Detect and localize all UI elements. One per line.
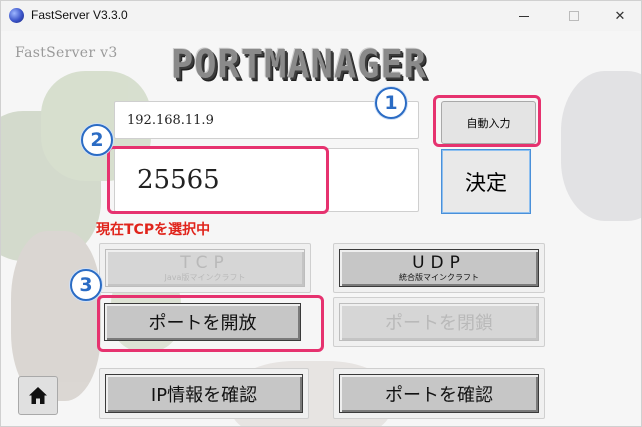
close-icon: ✕ (614, 8, 626, 24)
home-icon (29, 387, 47, 404)
protocol-status-text: 現在TCPを選択中 (96, 222, 211, 238)
fastserver-icon (9, 8, 24, 23)
ip-address-field[interactable] (114, 101, 419, 139)
annotation-badge-2: 2 (81, 124, 113, 156)
annotation-badge-3: 3 (70, 269, 102, 301)
udp-label: UDP (412, 253, 466, 273)
portmanager-logo: PORTMANAGER (171, 41, 428, 88)
minimize-icon (519, 15, 529, 17)
confirm-button[interactable]: 決定 (441, 149, 531, 214)
brand-label: FastServer v3 (15, 45, 118, 61)
close-window-button[interactable]: ✕ (597, 1, 641, 31)
port-check-button[interactable]: ポートを確認 (339, 374, 539, 413)
close-port-button[interactable]: ポートを閉鎖 (339, 303, 539, 341)
tcp-sublabel: Java版マインクラフト (164, 273, 246, 282)
annotation-badge-1: 1 (375, 87, 407, 119)
main-panel: FastServer v3 PORTMANAGER 自動入力 決定 現在TCPを… (1, 31, 641, 426)
tcp-label: TCP (180, 253, 230, 273)
tcp-button[interactable]: TCP Java版マインクラフト (105, 249, 305, 287)
maximize-button[interactable] (551, 1, 597, 31)
ip-info-button[interactable]: IP情報を確認 (105, 374, 303, 413)
udp-button[interactable]: UDP 統合版マインクラフト (339, 249, 539, 287)
title-bar: FastServer V3.3.0 ✕ (1, 1, 641, 31)
window-title: FastServer V3.3.0 (31, 8, 128, 22)
minimize-button[interactable] (501, 1, 547, 31)
udp-sublabel: 統合版マインクラフト (399, 273, 479, 282)
maximize-icon (569, 11, 579, 21)
app-window: FastServer V3.3.0 ✕ FastServer v3 PORTMA… (0, 0, 642, 427)
highlight-auto-input (433, 95, 541, 147)
highlight-open-port (97, 295, 324, 352)
home-button[interactable] (18, 376, 58, 415)
highlight-port-field (107, 146, 329, 214)
